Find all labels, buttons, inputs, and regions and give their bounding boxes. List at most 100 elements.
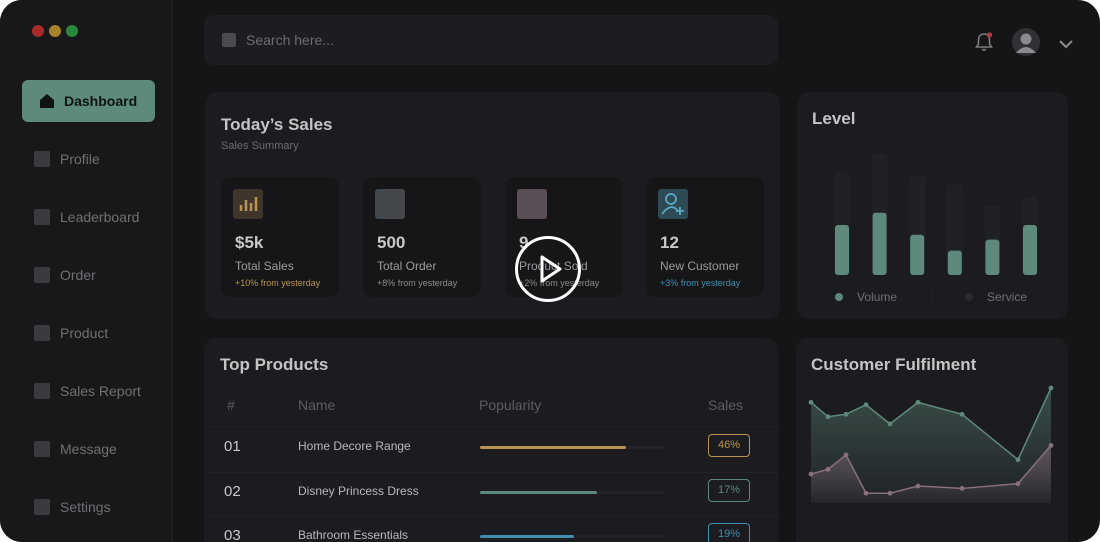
leaderboard-icon [34,209,50,225]
profile-icon [34,151,50,167]
volume-bar [910,234,925,275]
popularity-bar [480,491,665,494]
row-number: 03 [224,527,241,542]
popularity-bar [480,446,665,449]
data-point [959,486,965,491]
data-point [825,414,831,420]
data-point [1015,457,1021,463]
sidebar-item-dashboard[interactable]: Dashboard [22,80,155,122]
stat-card-new-customer[interactable]: 12 New Customer +3% from yesterday [646,177,764,297]
legend-service: Service [965,290,1027,304]
stat-label: Total Order [377,259,437,273]
top-products-card: Top Products # Name Popularity Sales 01 … [204,338,778,542]
volume-bar [1023,224,1037,275]
sidebar-item-leaderboard[interactable]: Leaderboard [22,196,155,238]
fulfilment-area-chart [808,385,1054,503]
customer-fulfilment-card: Customer Fulfilment [796,338,1068,542]
stat-change: +10% from yesterday [235,278,321,288]
add-user-icon [658,189,688,219]
play-button[interactable] [515,236,581,302]
data-point [825,466,831,472]
sidebar-item-label: Profile [60,151,100,167]
play-icon [540,255,562,283]
stat-label: New Customer [660,259,740,273]
product-sold-icon [517,189,547,219]
stat-change: +3% from yesterday [660,278,741,288]
card-title: Top Products [220,355,329,374]
data-point [915,483,921,489]
volume-bar [835,224,849,275]
sidebar-item-profile[interactable]: Profile [22,138,155,180]
sidebar-item-product[interactable]: Product [22,312,155,354]
legend-dot [965,293,973,301]
popularity-bar [480,535,665,538]
popularity-fill [480,535,575,538]
product-name: Bathroom Essentials [298,528,409,542]
level-bar-chart [834,153,1038,275]
stat-card-total-sales[interactable]: $5k Total Sales +10% from yesterday [221,177,339,297]
column-header-num: # [227,397,235,413]
column-header-sales: Sales [708,397,744,413]
card-subtitle: Sales Summary [221,140,299,152]
sidebar-item-label: Settings [60,499,111,515]
sidebar-item-label: Product [60,325,109,341]
legend-label: Volume [857,290,898,304]
sidebar-item-settings[interactable]: Settings [22,486,155,528]
data-point [863,402,869,408]
stat-change: +8% from yesterday [377,278,458,288]
column-header-popularity: Popularity [479,397,542,413]
table-row[interactable]: 02 Disney Princess Dress 17% [204,473,778,517]
legend-label: Service [987,290,1028,304]
volume-bar [872,212,887,275]
search-icon [222,33,236,47]
data-point [808,471,814,477]
order-icon [34,267,50,283]
legend-volume: Volume [835,290,897,304]
level-card: Level Volume Service [797,92,1068,319]
table-row[interactable]: 03 Bathroom Essentials 19% [204,517,778,542]
sidebar-item-label: Message [60,441,117,457]
window-controls [32,25,78,37]
sidebar-item-order[interactable]: Order [22,254,155,296]
sidebar-item-label: Order [60,267,96,283]
data-point [915,399,921,405]
stat-card-total-order[interactable]: 500 Total Order +8% from yesterday [363,177,481,297]
data-point [887,421,893,427]
table-row[interactable]: 01 Home Decore Range 46% [204,428,778,472]
sidebar-item-label: Leaderboard [60,209,140,225]
bell-icon[interactable] [974,31,994,58]
column-header-name: Name [298,397,336,413]
stat-label: Total Sales [235,259,294,273]
search-input[interactable] [244,31,728,49]
sidebar-item-label: Sales Report [60,383,141,399]
data-point [1048,385,1054,391]
popularity-fill [480,491,597,494]
data-point [1048,442,1054,448]
legend-dot [835,293,843,301]
product-name: Disney Princess Dress [298,484,419,498]
chevron-down-icon[interactable] [1058,36,1074,54]
sidebar-item-sales-report[interactable]: Sales Report [22,370,155,412]
data-point [887,490,893,496]
avatar[interactable] [1012,28,1040,61]
product-icon [34,325,50,341]
product-name: Home Decore Range [298,439,411,453]
zoom-dot[interactable] [66,25,78,37]
sidebar-item-label: Dashboard [64,93,138,109]
sales-badge: 46% [708,434,750,457]
sidebar-item-message[interactable]: Message [22,428,155,470]
volume-bar [947,250,962,275]
order-icon [375,189,405,219]
data-point [843,411,849,417]
row-number: 02 [224,483,241,500]
search-bar [204,15,778,65]
sales-badge: 19% [708,523,750,542]
home-icon [38,92,56,110]
sales-chart-icon [233,189,263,219]
volume-bar [985,239,1000,275]
close-dot[interactable] [32,25,44,37]
data-point [808,399,814,405]
minimize-dot[interactable] [49,25,61,37]
settings-icon [34,499,50,515]
data-point [1015,481,1021,487]
